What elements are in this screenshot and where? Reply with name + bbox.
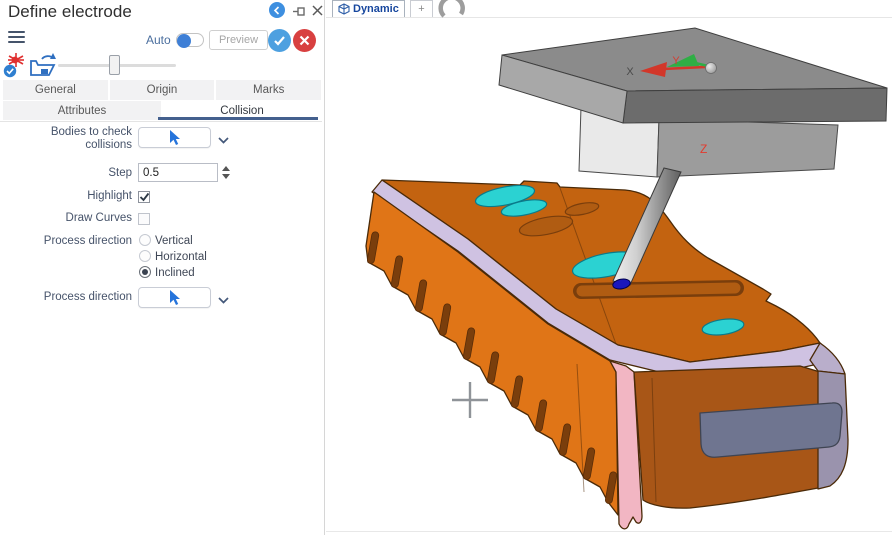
radio-inclined-label[interactable]: Inclined	[155, 267, 195, 279]
tab-attributes[interactable]: Attributes	[3, 101, 161, 120]
divider	[0, 121, 322, 122]
process-direction-expand-chevron[interactable]	[217, 292, 230, 310]
tab-origin[interactable]: Origin	[110, 80, 215, 100]
axis-z-label: Z	[700, 142, 707, 156]
cancel-button[interactable]	[293, 29, 316, 52]
open-folder-reload-icon[interactable]	[29, 52, 56, 83]
bodies-label-line2: collisions	[0, 139, 132, 151]
radio-vertical-label[interactable]: Vertical	[155, 235, 193, 247]
tab-general[interactable]: General	[3, 80, 108, 100]
bodies-pick-button[interactable]	[138, 127, 211, 148]
radio-horizontal[interactable]	[139, 250, 151, 262]
radio-vertical[interactable]	[139, 234, 151, 246]
slider-handle[interactable]	[109, 55, 120, 75]
active-tab-underline	[158, 117, 318, 120]
pin-icon[interactable]	[293, 4, 306, 22]
radio-horizontal-label[interactable]: Horizontal	[155, 251, 207, 263]
highlight-label: Highlight	[0, 190, 132, 202]
cursor-arrow-icon	[169, 290, 180, 305]
menu-icon[interactable]	[8, 31, 25, 43]
tab-marks[interactable]: Marks	[216, 80, 321, 100]
check-icon	[139, 192, 149, 202]
axis-x-label: X	[626, 66, 634, 78]
highlight-checkbox[interactable]	[138, 191, 150, 203]
radio-inclined[interactable]	[139, 266, 151, 278]
draw-curves-checkbox[interactable]	[138, 213, 150, 225]
collapse-chevron-icon[interactable]	[269, 2, 285, 18]
ok-button[interactable]	[268, 29, 291, 52]
preview-button[interactable]: Preview	[209, 30, 268, 50]
step-input[interactable]	[138, 163, 218, 182]
step-label: Step	[0, 167, 132, 179]
draw-curves-label: Draw Curves	[0, 212, 132, 224]
origin-sphere	[706, 63, 717, 74]
bodies-expand-chevron[interactable]	[217, 132, 230, 150]
process-direction2-label: Process direction	[0, 291, 132, 303]
workpiece-body[interactable]	[366, 180, 848, 529]
wand-check-icon[interactable]	[3, 52, 28, 83]
slot-groove	[581, 288, 736, 291]
define-electrode-panel: Define electrode Auto Preview	[0, 0, 325, 535]
viewport-3d[interactable]: Dynamic + Z	[326, 0, 892, 535]
panel-title: Define electrode	[8, 2, 132, 22]
auto-label: Auto	[146, 33, 171, 47]
spinner-arc-icon	[441, 0, 463, 16]
holder-plate[interactable]	[499, 28, 887, 123]
crosshair-cursor	[452, 382, 488, 418]
step-spinner[interactable]	[222, 163, 232, 182]
cad-scene[interactable]: Z X Y	[326, 0, 892, 535]
spin-up-icon[interactable]	[222, 166, 230, 171]
cursor-arrow-icon	[169, 130, 180, 145]
auto-toggle[interactable]	[176, 33, 204, 47]
bodies-label-line1: Bodies to check	[0, 126, 132, 138]
tab-row-1: General Origin Marks	[3, 80, 321, 100]
axis-y-label: Y	[672, 55, 680, 67]
process-direction-label: Process direction	[0, 235, 132, 247]
spin-down-icon[interactable]	[222, 174, 230, 179]
close-icon[interactable]	[312, 3, 323, 21]
application-window: Define electrode Auto Preview	[0, 0, 892, 535]
process-direction-pick-button[interactable]	[138, 287, 211, 308]
